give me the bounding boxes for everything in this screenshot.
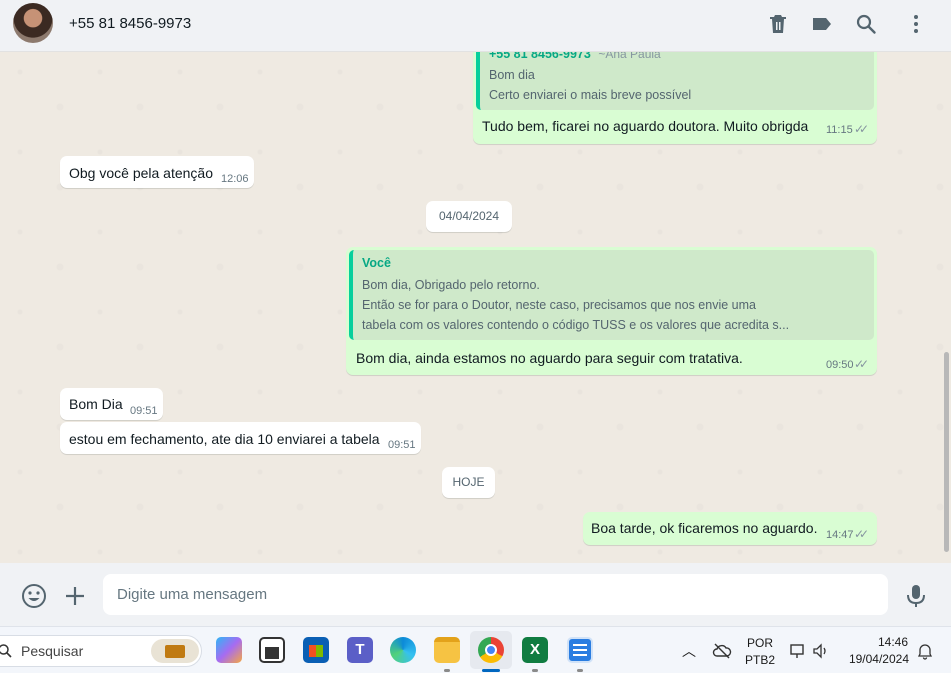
message-text: Obg você pela atenção bbox=[69, 165, 213, 181]
clock-time[interactable]: 14:46 bbox=[838, 635, 918, 649]
message-time: 09:50 bbox=[826, 359, 854, 371]
search-icon bbox=[0, 644, 12, 658]
chrome-icon[interactable] bbox=[478, 637, 504, 663]
chat-header: +55 81 8456-9973 bbox=[0, 0, 951, 52]
quoted-message[interactable]: +55 81 8456-9973 ~Ana Paula Bom dia Cert… bbox=[476, 52, 874, 110]
date-separator: 04/04/2024 bbox=[426, 201, 512, 232]
microphone-icon[interactable] bbox=[904, 583, 928, 609]
app-active-indicator bbox=[482, 669, 500, 672]
message-text: Tudo bem, ficarei no aguardo doutora. Mu… bbox=[482, 118, 809, 134]
app-running-indicator bbox=[444, 669, 450, 672]
quote-line: Bom dia bbox=[489, 68, 535, 82]
quote-line: Então se for para o Doutor, neste caso, … bbox=[362, 298, 756, 312]
contact-avatar[interactable] bbox=[13, 3, 53, 43]
notification-bell-icon[interactable] bbox=[917, 642, 933, 660]
speaker-icon[interactable] bbox=[812, 642, 830, 660]
delete-icon[interactable] bbox=[766, 12, 790, 36]
message-text: Bom Dia bbox=[69, 396, 123, 412]
message-time: 09:51 bbox=[388, 439, 416, 451]
task-view-icon[interactable] bbox=[259, 637, 285, 663]
contact-name[interactable]: +55 81 8456-9973 bbox=[69, 15, 191, 32]
keyboard-layout[interactable]: PTB2 bbox=[744, 653, 776, 667]
language-code[interactable]: POR bbox=[744, 636, 776, 650]
taskbar-search[interactable]: Pesquisar bbox=[0, 635, 202, 667]
label-icon[interactable] bbox=[810, 12, 834, 36]
copilot-icon[interactable] bbox=[216, 637, 242, 663]
taskbar-search-label: Pesquisar bbox=[21, 643, 84, 659]
message-time: 09:51 bbox=[130, 405, 158, 417]
date-separator: HOJE bbox=[442, 467, 495, 498]
quoted-message[interactable]: Você Bom dia, Obrigado pelo retorno. Ent… bbox=[349, 250, 874, 340]
store-icon[interactable] bbox=[303, 637, 329, 663]
double-check-icon: ✓✓ bbox=[854, 527, 869, 541]
message-time: 14:47 bbox=[826, 529, 854, 541]
double-check-icon: ✓✓ bbox=[854, 122, 869, 136]
chat-scrollbar[interactable] bbox=[944, 352, 949, 552]
message-outgoing[interactable]: Você Bom dia, Obrigado pelo retorno. Ent… bbox=[346, 247, 877, 375]
message-incoming[interactable]: estou em fechamento, ate dia 10 enviarei… bbox=[60, 422, 421, 454]
edge-icon[interactable] bbox=[390, 637, 416, 663]
quote-author: +55 81 8456-9973 bbox=[489, 52, 591, 61]
message-outgoing[interactable]: Boa tarde, ok ficaremos no aguardo. 14:4… bbox=[583, 512, 877, 545]
chat-area[interactable]: +55 81 8456-9973 ~Ana Paula Bom dia Cert… bbox=[0, 52, 951, 563]
chevron-up-icon[interactable]: ︿ bbox=[682, 641, 696, 661]
app-running-indicator bbox=[532, 669, 538, 672]
double-check-icon: ✓✓ bbox=[854, 357, 869, 371]
quote-line: tabela com os valores contendo o código … bbox=[362, 318, 790, 332]
app-running-indicator bbox=[577, 669, 583, 672]
quote-author-name: ~Ana Paula bbox=[598, 52, 661, 61]
file-explorer-icon[interactable] bbox=[434, 637, 460, 663]
briefcase-icon[interactable] bbox=[151, 639, 199, 663]
message-incoming[interactable]: Bom Dia 09:51 bbox=[60, 388, 163, 420]
search-icon[interactable] bbox=[854, 12, 878, 36]
message-input[interactable] bbox=[103, 574, 888, 615]
cloud-offline-icon[interactable] bbox=[712, 642, 732, 660]
message-text: estou em fechamento, ate dia 10 enviarei… bbox=[69, 431, 380, 447]
message-outgoing[interactable]: +55 81 8456-9973 ~Ana Paula Bom dia Cert… bbox=[473, 52, 877, 144]
attach-plus-icon[interactable] bbox=[63, 584, 87, 608]
quote-line: Certo enviarei o mais breve possível bbox=[489, 88, 692, 102]
network-icon[interactable] bbox=[789, 642, 807, 660]
emoji-icon[interactable] bbox=[21, 583, 47, 609]
excel-icon[interactable]: X bbox=[522, 637, 548, 663]
clock-date[interactable]: 19/04/2024 bbox=[838, 652, 918, 666]
quote-author: Você bbox=[362, 256, 391, 270]
message-input-box[interactable] bbox=[103, 574, 888, 615]
teams-icon[interactable]: T bbox=[347, 637, 373, 663]
windows-taskbar: Pesquisar T X ︿ POR PTB2 14:46 19/04/202… bbox=[0, 626, 951, 673]
message-time: 11:15 bbox=[826, 124, 853, 136]
message-incoming[interactable]: Obg você pela atenção 12:06 bbox=[60, 156, 254, 188]
message-text: Bom dia, ainda estamos no aguardo para s… bbox=[356, 350, 743, 366]
quote-line: Bom dia, Obrigado pelo retorno. bbox=[362, 278, 540, 292]
composer bbox=[0, 563, 951, 626]
notepad-icon[interactable] bbox=[567, 637, 593, 663]
message-text: Boa tarde, ok ficaremos no aguardo. bbox=[591, 520, 818, 536]
menu-icon[interactable] bbox=[904, 12, 928, 36]
message-time: 12:06 bbox=[221, 173, 249, 185]
